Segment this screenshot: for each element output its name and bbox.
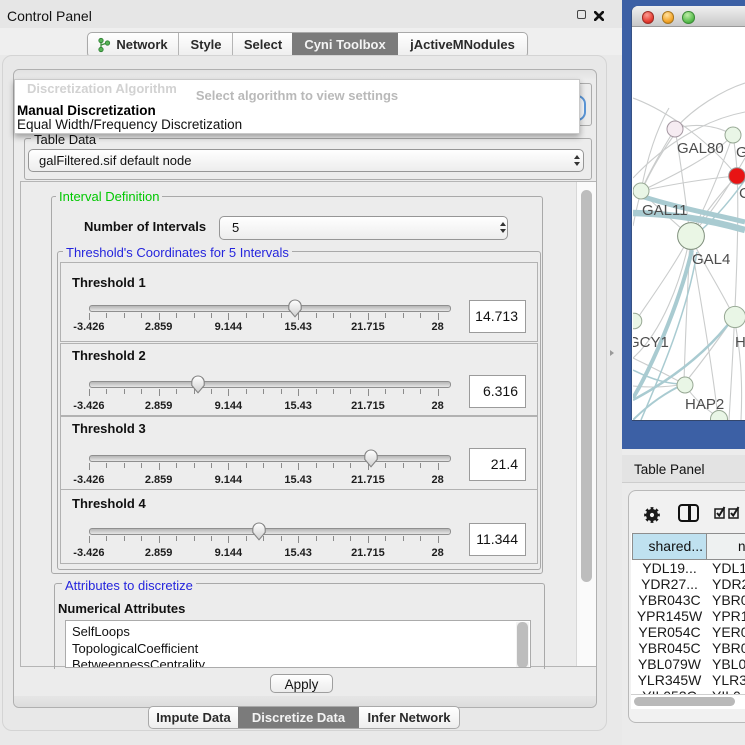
svg-text:GCY1: GCY1 [633,334,669,351]
svg-text:GAL11: GAL11 [642,202,688,219]
svg-text:C: C [739,185,745,202]
svg-text:GA: GA [736,144,745,161]
svg-text:H: H [735,334,745,351]
svg-text:HAP2: HAP2 [685,396,724,413]
svg-text:GAL80: GAL80 [677,140,724,157]
svg-text:GAL4: GAL4 [692,251,730,268]
